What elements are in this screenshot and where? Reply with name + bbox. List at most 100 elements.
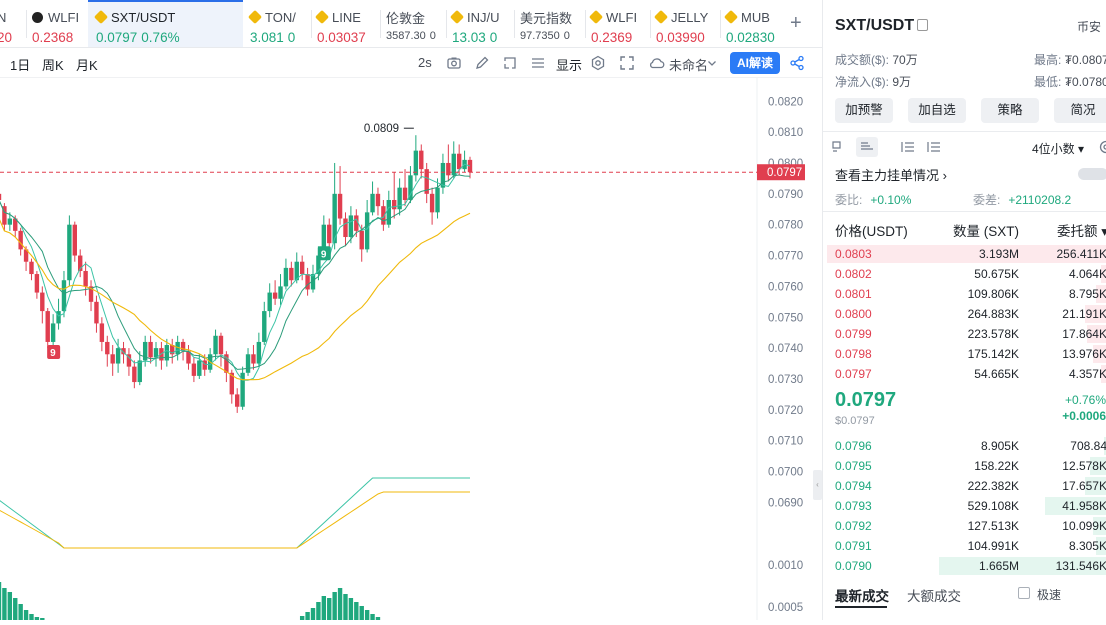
tab-latest-trades[interactable]: 最新成交 xyxy=(835,585,889,605)
large-orders-toggle[interactable] xyxy=(1078,168,1106,180)
tab-symbol: JELLY xyxy=(656,8,717,26)
ask-row[interactable]: 0.0798175.142K13.976K xyxy=(823,344,1106,364)
tab-separator xyxy=(380,10,381,38)
qty-cell: 8.905K xyxy=(981,439,1019,453)
y-tick-label: 0.0700 xyxy=(768,467,803,479)
macd-bar xyxy=(322,596,326,620)
watch-large-orders-link[interactable]: 查看主力挂单情况 › xyxy=(835,165,947,184)
candle-body xyxy=(430,194,434,213)
tab-change: 0 xyxy=(490,30,498,45)
panel-collapse-handle[interactable]: ‹ xyxy=(813,470,822,500)
ask-row[interactable]: 0.0801109.806K8.795K xyxy=(823,284,1106,304)
settings-icon[interactable] xyxy=(590,55,606,71)
sub-y-tick-label: 0.0010 xyxy=(768,560,803,572)
orderbook-asks-icon[interactable] xyxy=(901,141,915,153)
bid-row[interactable]: 0.0793529.108K41.958K xyxy=(823,496,1106,516)
tab-symbol: 伦敦金 xyxy=(386,8,443,26)
total-cell: 10.099K xyxy=(1062,519,1106,533)
symbol-tab[interactable]: INJ/U13.030 xyxy=(447,0,511,48)
settings-icon[interactable] xyxy=(1099,140,1106,154)
symbol-tab[interactable]: 伦敦金3587.300 xyxy=(381,0,443,48)
cloud-icon[interactable] xyxy=(648,55,666,71)
overview-button[interactable]: 简况 xyxy=(1054,98,1106,123)
diamond-icon xyxy=(315,10,329,24)
chart-canvas[interactable]: 0.08200.08100.08000.07900.07800.07700.07… xyxy=(0,78,822,620)
orderbook-both-icon[interactable] xyxy=(832,141,846,153)
macd-bar xyxy=(327,598,331,620)
symbol-tab[interactable]: 美元指数97.73500 xyxy=(515,0,582,48)
bid-row[interactable]: 0.0794222.382K17.657K xyxy=(823,476,1106,496)
tab-price: 0.03037 xyxy=(317,30,366,45)
strategy-button[interactable]: 策略 xyxy=(981,98,1039,123)
bid-row[interactable]: 0.0792127.513K10.099K xyxy=(823,516,1106,536)
ai-analysis-button[interactable]: AI解读 xyxy=(730,52,780,74)
fullscreen-icon[interactable] xyxy=(619,55,635,71)
decimals-selector[interactable]: 4位小数 ▾ xyxy=(1032,140,1084,157)
col-header-total[interactable]: 委托额 ▾ xyxy=(1057,220,1106,240)
total-cell: 256.411K xyxy=(1057,247,1106,261)
symbol-tab[interactable]: LINE0.03037 xyxy=(312,0,377,48)
list-icon[interactable] xyxy=(530,55,546,71)
ask-row[interactable]: 0.0800264.883K21.191K xyxy=(823,304,1106,324)
exchange-selector[interactable]: 币安 xyxy=(1077,18,1101,35)
pencil-icon[interactable] xyxy=(474,55,490,71)
display-menu[interactable]: 显示 xyxy=(556,55,582,74)
expand-icon[interactable] xyxy=(502,55,518,71)
interval-1w[interactable]: 周K xyxy=(42,55,64,74)
ask-row[interactable]: 0.080250.675K4.064K xyxy=(823,264,1106,284)
symbol-tab[interactable]: MUB0.02830 xyxy=(721,0,783,48)
x-coin-icon xyxy=(32,12,43,23)
add-watchlist-button[interactable]: 加自选 xyxy=(908,98,966,123)
symbol-tab[interactable]: JELLY0.03990 xyxy=(651,0,717,48)
candle-body xyxy=(29,262,33,274)
qty-cell: 50.675K xyxy=(974,267,1019,281)
qty-cell: 3.193M xyxy=(979,247,1019,261)
ask-row[interactable]: 0.0799223.578K17.864K xyxy=(823,324,1106,344)
symbol-tab[interactable]: WLFI0.2368 xyxy=(27,0,84,48)
macd-bar xyxy=(354,602,358,620)
candle-body xyxy=(235,394,239,406)
candle-body xyxy=(338,194,342,219)
candle-body xyxy=(278,286,282,298)
bid-row[interactable]: 0.07968.905K708.84 xyxy=(823,436,1106,456)
tab-separator xyxy=(446,10,447,38)
symbol-tab[interactable]: N20 xyxy=(0,0,22,48)
volume-stat: 成交额($): 70万 xyxy=(835,51,918,68)
ask-row[interactable]: 0.08033.193M256.411K xyxy=(823,244,1106,264)
price-cell: 0.0795 xyxy=(835,459,872,473)
candle-body xyxy=(110,354,114,363)
candle-body xyxy=(457,154,461,169)
fast-mode-checkbox[interactable] xyxy=(1018,587,1030,599)
interval-1d[interactable]: 1日 xyxy=(10,55,30,74)
candlestick-chart[interactable]: 0.08200.08100.08000.07900.07800.07700.07… xyxy=(0,78,822,620)
add-tab-button[interactable]: + xyxy=(790,14,802,32)
layout-name[interactable]: 未命名 xyxy=(669,55,708,74)
orderbook-split-icon[interactable] xyxy=(860,141,874,153)
copy-icon[interactable] xyxy=(917,19,928,31)
ask-row[interactable]: 0.079754.665K4.357K xyxy=(823,364,1106,384)
symbol-tab[interactable]: WLFI0.2369 xyxy=(586,0,647,48)
price-cell: 0.0798 xyxy=(835,347,872,361)
interval-1m[interactable]: 月K xyxy=(76,55,98,74)
share-icon[interactable] xyxy=(789,55,805,71)
symbol-tab[interactable]: SXT/USDT0.07970.76% xyxy=(88,0,243,48)
active-tab-indicator xyxy=(835,606,887,608)
tab-large-trades[interactable]: 大额成交 xyxy=(907,585,961,605)
y-tick-label: 0.0760 xyxy=(768,281,803,293)
bid-row[interactable]: 0.0795158.22K12.578K xyxy=(823,456,1106,476)
symbol-tab[interactable]: TON/3.0810 xyxy=(245,0,308,48)
orderbook-bids-icon[interactable] xyxy=(927,141,941,153)
macd-bar xyxy=(8,592,12,620)
bid-row[interactable]: 0.07901.665M131.546K xyxy=(823,556,1106,576)
chevron-down-icon[interactable] xyxy=(707,55,717,71)
tab-symbol: N xyxy=(0,8,22,26)
candle-body xyxy=(300,262,304,274)
bid-row[interactable]: 0.0791104.991K8.305K xyxy=(823,536,1106,556)
candle-body xyxy=(35,274,39,293)
total-cell: 21.191K xyxy=(1062,307,1106,321)
add-alert-button[interactable]: 加预警 xyxy=(835,98,893,123)
price-cell: 0.0799 xyxy=(835,327,872,341)
tab-separator xyxy=(585,10,586,38)
refresh-interval[interactable]: 2s xyxy=(418,55,432,70)
camera-icon[interactable] xyxy=(446,55,462,71)
